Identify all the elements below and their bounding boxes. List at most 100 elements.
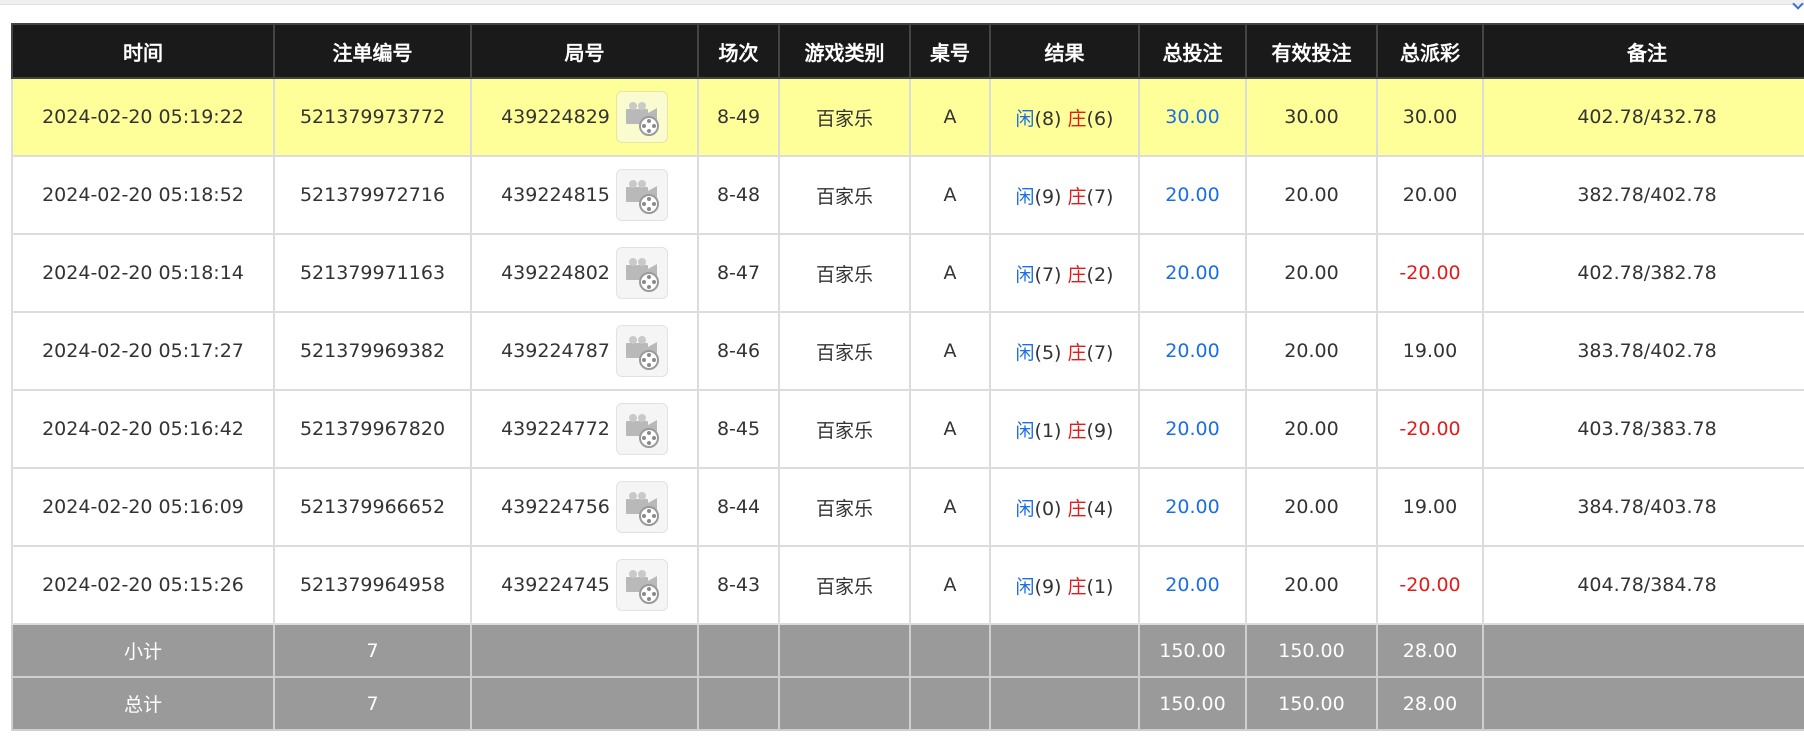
total-bet-cell: 20.00	[1138, 311, 1247, 391]
bet-records-table: 时间 注单编号 局号 场次 游戏类别 桌号 结果 总投注 有效投注 总派彩 备注…	[11, 23, 1804, 731]
banker-score: (1)	[1086, 575, 1114, 598]
subtotal-payout: 28.00	[1376, 623, 1484, 678]
header-bet-id[interactable]: 注单编号	[273, 23, 472, 79]
header-round-id[interactable]: 局号	[470, 23, 699, 79]
table-row: 2024-02-20 05:16:09 521379966652 4392247…	[11, 467, 1804, 547]
subtotal-row: 小计 7 150.00 150.00 28.00	[11, 623, 1804, 678]
table-row: 2024-02-20 05:17:27 521379969382 4392247…	[11, 311, 1804, 391]
header-time[interactable]: 时间	[11, 23, 275, 79]
round-id-text: 439224745	[501, 574, 610, 596]
payout-cell: -20.00	[1376, 545, 1484, 625]
player-score: (8)	[1034, 107, 1062, 130]
time-cell: 2024-02-20 05:18:52	[11, 155, 275, 235]
subtotal-label: 小计	[11, 623, 275, 678]
round-id-cell: 439224787	[470, 311, 699, 391]
note-cell: 404.78/384.78	[1482, 545, 1804, 625]
top-border	[0, 0, 1804, 5]
session-cell: 8-49	[697, 77, 780, 157]
table-row: 2024-02-20 05:18:14 521379971163 4392248…	[11, 233, 1804, 313]
player-score: (9)	[1034, 575, 1062, 598]
table-no-cell: A	[909, 467, 991, 547]
bet-id-cell: 521379964958	[273, 545, 472, 625]
round-id-text: 439224802	[501, 262, 610, 284]
grand-total-empty-cell	[778, 676, 911, 731]
total-bet-cell: 30.00	[1138, 77, 1247, 157]
video-replay-icon[interactable]	[615, 481, 668, 533]
banker-label: 庄	[1067, 341, 1087, 364]
game-type-cell: 百家乐	[778, 311, 911, 391]
subtotal-count: 7	[273, 623, 472, 678]
round-id-text: 439224815	[501, 184, 610, 206]
round-id-text: 439224756	[501, 496, 610, 518]
valid-bet-cell: 30.00	[1245, 77, 1378, 157]
table-row: 2024-02-20 05:19:22 521379973772 4392248…	[11, 77, 1804, 157]
note-cell: 402.78/382.78	[1482, 233, 1804, 313]
subtotal-empty-cell	[1482, 623, 1804, 678]
grand-total-label: 总计	[11, 676, 275, 731]
game-type-cell: 百家乐	[778, 467, 911, 547]
result-cell: 闲(9) 庄(7)	[989, 155, 1140, 235]
player-label: 闲	[1015, 185, 1035, 208]
payout-cell: -20.00	[1376, 233, 1484, 313]
payout-cell: -20.00	[1376, 389, 1484, 469]
valid-bet-cell: 20.00	[1245, 467, 1378, 547]
session-cell: 8-44	[697, 467, 780, 547]
table-body: 2024-02-20 05:19:22 521379973772 4392248…	[11, 77, 1804, 625]
header-session[interactable]: 场次	[697, 23, 780, 79]
player-score: (5)	[1034, 341, 1062, 364]
result-cell: 闲(8) 庄(6)	[989, 77, 1140, 157]
payout-cell: 19.00	[1376, 467, 1484, 547]
time-cell: 2024-02-20 05:17:27	[11, 311, 275, 391]
banker-label: 庄	[1067, 419, 1087, 442]
video-replay-icon[interactable]	[615, 91, 668, 143]
video-replay-icon[interactable]	[615, 247, 668, 299]
table-header: 时间 注单编号 局号 场次 游戏类别 桌号 结果 总投注 有效投注 总派彩 备注	[11, 23, 1804, 79]
header-total-bet[interactable]: 总投注	[1138, 23, 1247, 79]
banker-label: 庄	[1067, 185, 1087, 208]
valid-bet-cell: 20.00	[1245, 155, 1378, 235]
total-bet-cell: 20.00	[1138, 155, 1247, 235]
subtotal-empty-cell	[697, 623, 780, 678]
header-valid-bet[interactable]: 有效投注	[1245, 23, 1378, 79]
bet-id-cell: 521379967820	[273, 389, 472, 469]
round-id-text: 439224787	[501, 340, 610, 362]
total-bet-cell: 20.00	[1138, 389, 1247, 469]
header-result[interactable]: 结果	[989, 23, 1140, 79]
player-score: (1)	[1034, 419, 1062, 442]
video-replay-icon[interactable]	[615, 403, 668, 455]
round-id-text: 439224772	[501, 418, 610, 440]
player-score: (0)	[1034, 497, 1062, 520]
table-row: 2024-02-20 05:18:52 521379972716 4392248…	[11, 155, 1804, 235]
grand-total-payout: 28.00	[1376, 676, 1484, 731]
header-table-no[interactable]: 桌号	[909, 23, 991, 79]
total-bet-cell: 20.00	[1138, 545, 1247, 625]
game-type-cell: 百家乐	[778, 155, 911, 235]
grand-total-row: 总计 7 150.00 150.00 28.00	[11, 676, 1804, 731]
total-bet-cell: 20.00	[1138, 467, 1247, 547]
subtotal-valid-bet: 150.00	[1245, 623, 1378, 678]
session-cell: 8-47	[697, 233, 780, 313]
player-label: 闲	[1015, 263, 1035, 286]
result-cell: 闲(5) 庄(7)	[989, 311, 1140, 391]
note-cell: 383.78/402.78	[1482, 311, 1804, 391]
video-replay-icon[interactable]	[615, 169, 668, 221]
player-label: 闲	[1015, 575, 1035, 598]
payout-cell: 20.00	[1376, 155, 1484, 235]
game-type-cell: 百家乐	[778, 389, 911, 469]
video-replay-icon[interactable]	[615, 559, 668, 611]
session-cell: 8-48	[697, 155, 780, 235]
banker-label: 庄	[1067, 107, 1087, 130]
game-type-cell: 百家乐	[778, 233, 911, 313]
header-game-type[interactable]: 游戏类别	[778, 23, 911, 79]
header-note[interactable]: 备注	[1482, 23, 1804, 79]
subtotal-empty-cell	[470, 623, 699, 678]
header-payout[interactable]: 总派彩	[1376, 23, 1484, 79]
video-replay-icon[interactable]	[615, 325, 668, 377]
banker-score: (7)	[1086, 185, 1114, 208]
payout-cell: 30.00	[1376, 77, 1484, 157]
round-id-cell: 439224745	[470, 545, 699, 625]
table-footer: 小计 7 150.00 150.00 28.00 总计 7 150.00 150…	[11, 623, 1804, 731]
round-id-cell: 439224772	[470, 389, 699, 469]
grand-total-empty-cell	[697, 676, 780, 731]
time-cell: 2024-02-20 05:19:22	[11, 77, 275, 157]
